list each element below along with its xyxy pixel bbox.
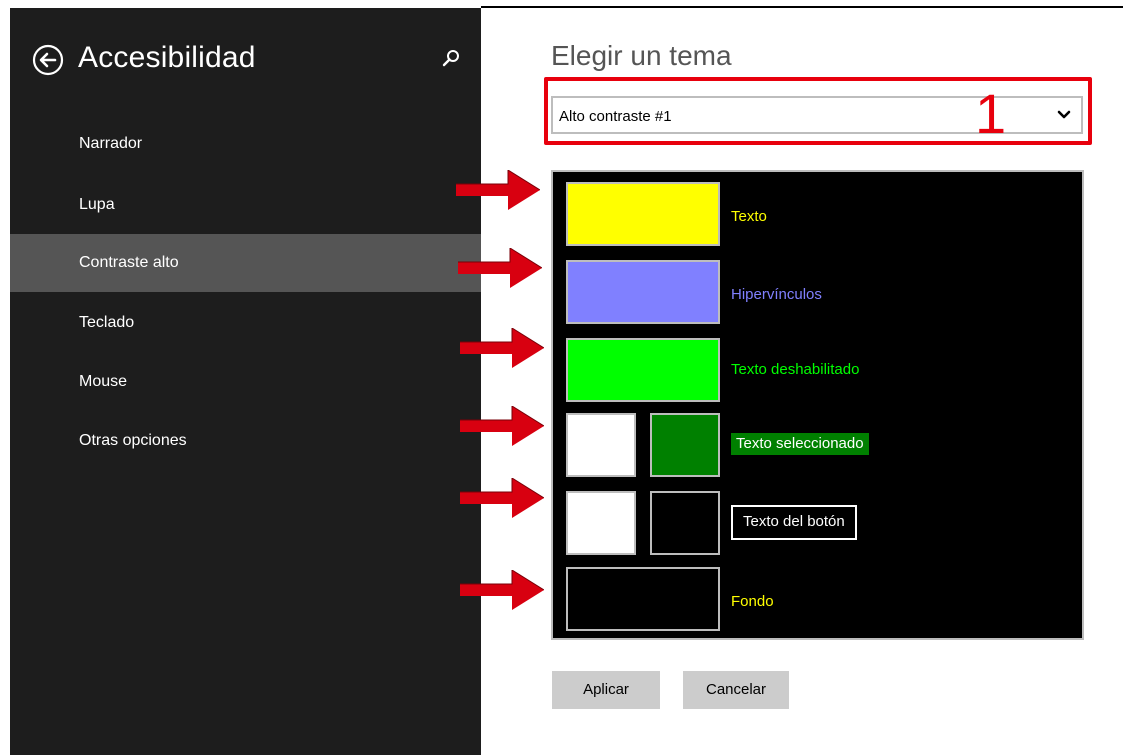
disabled-text-label: Texto deshabilitado (731, 361, 860, 378)
annotation-arrow-icon (460, 570, 544, 610)
sidebar-item-otras-opciones[interactable]: Otras opciones (10, 412, 481, 470)
hyperlinks-label: Hipervínculos (731, 286, 822, 303)
annotation-number: 1 (975, 82, 1007, 145)
apply-button[interactable]: Aplicar (552, 671, 660, 709)
sidebar-item-teclado[interactable]: Teclado (10, 294, 481, 352)
selected-text-label: Texto seleccionado (731, 433, 869, 455)
theme-preview-panel: Texto Hipervínculos Texto deshabilitado … (551, 170, 1084, 640)
search-icon[interactable] (441, 48, 461, 70)
top-border-line (481, 6, 1123, 8)
selected-text-background-swatch[interactable] (650, 413, 720, 477)
background-label: Fondo (731, 593, 774, 610)
sidebar-title: Accesibilidad (78, 41, 256, 74)
background-color-swatch[interactable] (566, 567, 720, 631)
selected-text-foreground-swatch[interactable] (566, 413, 636, 477)
sidebar-item-contraste-alto[interactable]: Contraste alto (10, 234, 481, 292)
button-text-background-swatch[interactable] (650, 491, 720, 555)
sidebar-item-lupa[interactable]: Lupa (10, 176, 481, 234)
annotation-arrow-icon (460, 328, 544, 368)
sidebar: Accesibilidad Narrador Lupa Contraste al… (10, 8, 481, 755)
cancel-button[interactable]: Cancelar (683, 671, 789, 709)
annotation-arrow-icon (460, 478, 544, 518)
back-arrow-icon[interactable] (32, 44, 64, 76)
annotation-arrow-icon (456, 170, 540, 210)
disabled-text-color-swatch[interactable] (566, 338, 720, 402)
annotation-arrow-icon (458, 248, 542, 288)
button-text-label: Texto del botón (731, 505, 857, 540)
hyperlinks-color-swatch[interactable] (566, 260, 720, 324)
annotation-arrow-icon (460, 406, 544, 446)
page-title: Elegir un tema (551, 40, 732, 71)
text-label: Texto (731, 208, 767, 225)
sidebar-item-mouse[interactable]: Mouse (10, 353, 481, 411)
annotation-highlight-box (544, 77, 1092, 145)
sidebar-item-narrador[interactable]: Narrador (10, 115, 481, 173)
text-color-swatch[interactable] (566, 182, 720, 246)
button-text-foreground-swatch[interactable] (566, 491, 636, 555)
